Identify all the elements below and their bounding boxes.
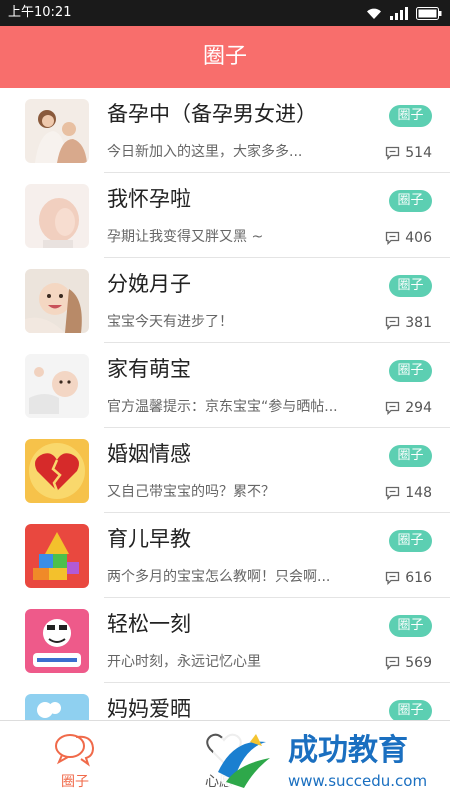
group-tag: 圈子	[389, 445, 432, 467]
chat-bubbles-icon	[54, 731, 96, 771]
group-tag: 圈子	[389, 360, 432, 382]
comment-icon	[385, 401, 400, 415]
group-list[interactable]: 备孕中（备孕男女进） 今日新加入的这里，大家多多... 圈子 514 我怀孕啦 …	[0, 88, 450, 720]
comment-count-value: 616	[405, 570, 432, 586]
group-name: 家有萌宝	[107, 357, 191, 381]
status-icons	[366, 5, 442, 21]
status-time: 上午10:21	[8, 5, 72, 20]
comment-icon	[385, 486, 400, 500]
comment-count: 294	[385, 399, 432, 417]
list-item-beiyun[interactable]: 备孕中（备孕男女进） 今日新加入的这里，大家多多... 圈子 514	[0, 88, 450, 173]
latest-post: 今日新加入的这里，大家多多...	[107, 144, 303, 160]
battery-icon	[416, 6, 442, 20]
comment-count: 406	[385, 229, 432, 247]
mother-baby-photo	[25, 269, 89, 333]
baby-photo	[25, 354, 89, 418]
comment-count: 514	[385, 144, 432, 162]
tab-circle[interactable]: 圈子	[0, 721, 150, 800]
group-name: 备孕中（备孕男女进）	[107, 102, 317, 126]
comment-count: 569	[385, 654, 432, 672]
signal-icon	[390, 6, 408, 20]
list-item-baby[interactable]: 家有萌宝 官方温馨提示：京东宝宝“参与晒帖... 圈子 294	[0, 343, 450, 428]
latest-post: 开心时刻，永远记忆心里	[107, 654, 261, 670]
group-tag: 圈子	[389, 530, 432, 552]
list-item-pregnant[interactable]: 我怀孕啦 孕期让我变得又胖又黑 ~ 圈子 406	[0, 173, 450, 258]
tab-circle-label: 圈子	[61, 774, 89, 790]
comment-icon	[385, 316, 400, 330]
group-tag: 圈子	[389, 700, 432, 720]
watermark-url: www.succedu.com	[288, 772, 427, 790]
status-bar: 上午10:21	[0, 0, 450, 26]
list-item-show-off[interactable]: 妈妈爱晒 圈子	[0, 683, 450, 720]
group-tag: 圈子	[389, 190, 432, 212]
couple-photo	[25, 99, 89, 163]
landscape-photo	[25, 694, 89, 720]
group-name: 我怀孕啦	[107, 187, 191, 211]
comment-count-value: 148	[405, 485, 432, 501]
page-title: 圈子	[202, 44, 247, 69]
comment-icon	[385, 571, 400, 585]
comment-count: 616	[385, 569, 432, 587]
comment-icon	[385, 656, 400, 670]
group-tag: 圈子	[389, 615, 432, 637]
comment-count-value: 514	[405, 145, 432, 161]
latest-post: 宝宝今天有进步了！	[107, 314, 233, 330]
watermark-logo: 成功教育 www.succedu.com	[204, 724, 444, 798]
watermark-title: 成功教育	[288, 733, 408, 768]
app-screen: 上午10:21 圈子 备孕中（备孕男女进） 今日新加入的这里，大家多多... 圈…	[0, 0, 450, 800]
latest-post: 两个多月的宝宝怎么教啊！只会啊...	[107, 569, 331, 585]
pregnant-belly-photo	[25, 184, 89, 248]
group-name: 分娩月子	[107, 272, 191, 296]
list-item-postpartum[interactable]: 分娩月子 宝宝今天有进步了！ 圈子 381	[0, 258, 450, 343]
list-item-early-education[interactable]: 育儿早教 两个多月的宝宝怎么教啊！只会啊... 圈子 616	[0, 513, 450, 598]
broken-heart-icon	[25, 439, 89, 503]
comment-count: 148	[385, 484, 432, 502]
latest-post: 又自己带宝宝的吗？累不？	[107, 484, 275, 500]
group-tag: 圈子	[389, 105, 432, 127]
comment-count-value: 406	[405, 230, 432, 246]
list-item-relax[interactable]: 轻松一刻 开心时刻，永远记忆心里 圈子 569	[0, 598, 450, 683]
group-name: 婚姻情感	[107, 442, 191, 466]
comment-count-value: 569	[405, 655, 432, 671]
group-name: 妈妈爱晒	[107, 697, 191, 720]
header-bar: 圈子	[0, 26, 450, 88]
group-tag: 圈子	[389, 275, 432, 297]
group-name: 轻松一刻	[107, 612, 191, 636]
comment-icon	[385, 231, 400, 245]
comment-count-value: 381	[405, 315, 432, 331]
comment-icon	[385, 146, 400, 160]
building-blocks-icon	[25, 524, 89, 588]
group-name: 育儿早教	[107, 527, 191, 551]
comment-count-value: 294	[405, 400, 432, 416]
comment-count: 381	[385, 314, 432, 332]
wifi-icon	[366, 7, 382, 20]
latest-post: 官方温馨提示：京东宝宝“参与晒帖...	[107, 399, 338, 415]
list-item-marriage[interactable]: 婚姻情感 又自己带宝宝的吗？累不？ 圈子 148	[0, 428, 450, 513]
latest-post: 孕期让我变得又胖又黑 ~	[107, 229, 264, 245]
meme-face-icon	[25, 609, 89, 673]
